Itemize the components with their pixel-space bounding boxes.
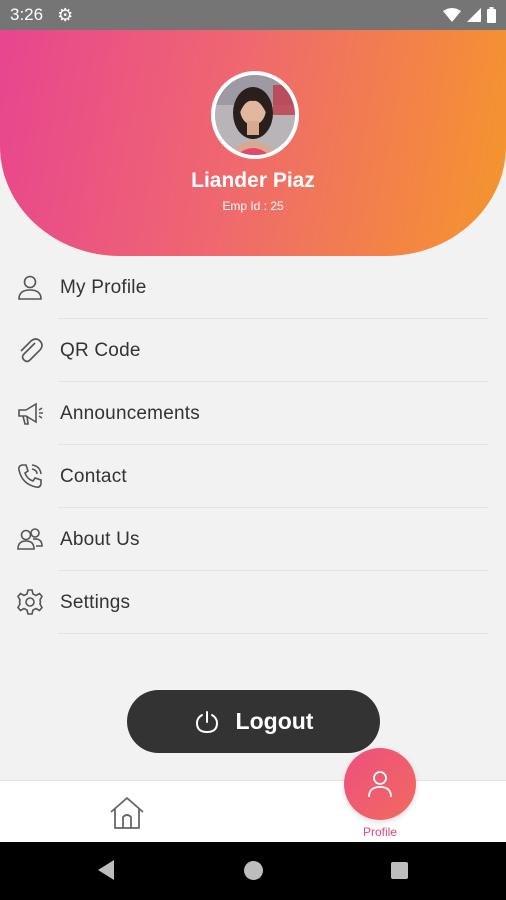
menu-label-settings: Settings bbox=[60, 591, 131, 613]
menu-label-contact: Contact bbox=[60, 465, 127, 487]
home-icon[interactable] bbox=[107, 795, 147, 831]
gear-icon bbox=[17, 589, 43, 615]
status-icons bbox=[443, 7, 496, 23]
person-icon bbox=[18, 275, 42, 300]
status-bar: 3:26 ⚙ bbox=[0, 0, 506, 30]
group-icon bbox=[17, 528, 43, 550]
back-icon[interactable] bbox=[96, 859, 116, 881]
bottom-navigation bbox=[0, 780, 506, 842]
recents-square-icon[interactable] bbox=[391, 862, 408, 879]
profile-tab-button[interactable] bbox=[344, 748, 416, 820]
divider bbox=[58, 633, 488, 634]
menu-item-qr-code[interactable]: QR Code bbox=[0, 319, 506, 382]
wifi-icon bbox=[443, 8, 461, 22]
menu-label-about-us: About Us bbox=[60, 528, 140, 550]
megaphone-icon bbox=[18, 402, 43, 425]
menu-label-my-profile: My Profile bbox=[60, 276, 147, 298]
menu-label-qr-code: QR Code bbox=[60, 339, 141, 361]
avatar-image bbox=[215, 75, 295, 155]
profile-tab-label[interactable]: Profile bbox=[340, 825, 420, 839]
menu-item-contact[interactable]: Contact bbox=[0, 445, 506, 508]
menu-item-settings[interactable]: Settings bbox=[0, 571, 506, 634]
employee-id: Emp Id : 25 bbox=[222, 199, 284, 213]
person-icon bbox=[368, 771, 392, 798]
menu-label-announcements: Announcements bbox=[60, 402, 200, 424]
menu-list: My Profile QR Code Announcements Contact bbox=[0, 256, 506, 634]
status-time: 3:26 bbox=[10, 5, 44, 24]
power-icon bbox=[195, 710, 218, 733]
menu-item-announcements[interactable]: Announcements bbox=[0, 382, 506, 445]
logout-button[interactable]: Logout bbox=[127, 690, 380, 753]
signal-icon bbox=[467, 8, 481, 22]
battery-icon bbox=[487, 7, 496, 23]
paperclip-icon bbox=[20, 338, 43, 363]
menu-item-about-us[interactable]: About Us bbox=[0, 508, 506, 571]
profile-header: Liander Piaz Emp Id : 25 bbox=[0, 30, 506, 256]
user-name: Liander Piaz bbox=[191, 169, 315, 192]
avatar[interactable] bbox=[211, 71, 299, 159]
system-navigation-bar bbox=[0, 842, 506, 900]
settings-status-icon: ⚙ bbox=[57, 4, 74, 25]
menu-item-my-profile[interactable]: My Profile bbox=[0, 256, 506, 319]
logout-label: Logout bbox=[235, 708, 314, 734]
home-circle-icon[interactable] bbox=[244, 861, 263, 880]
phone-icon bbox=[18, 464, 42, 488]
